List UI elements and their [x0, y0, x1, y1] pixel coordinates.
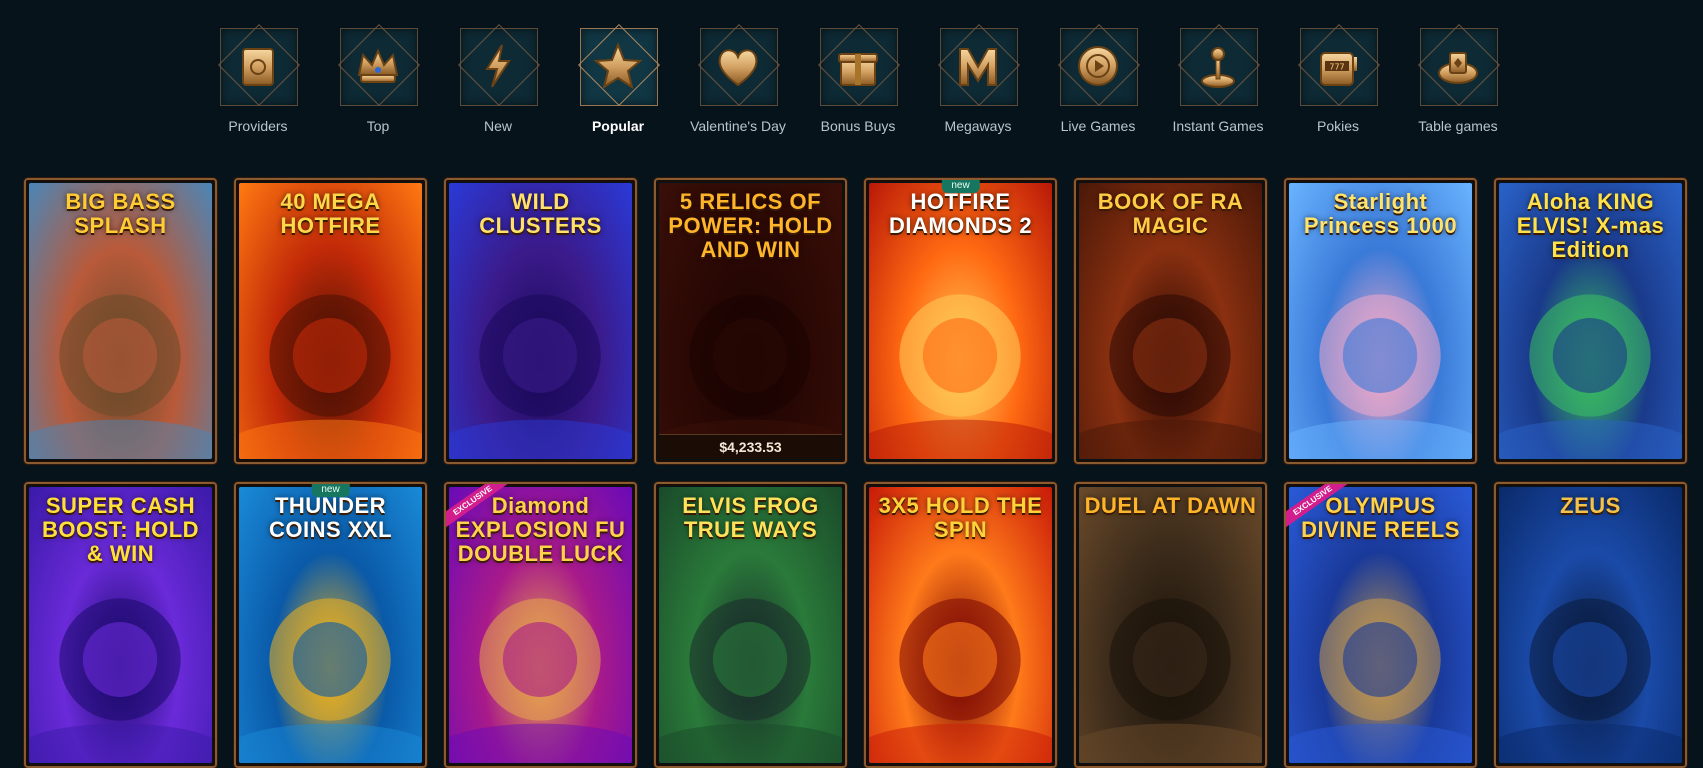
category-tile: 777: [1296, 22, 1381, 110]
slot-machine-icon: 777: [1320, 52, 1357, 86]
category-tile: [1056, 22, 1141, 110]
game-card[interactable]: BIG BASS SPLASH: [24, 178, 217, 464]
svg-text:777: 777: [1329, 63, 1344, 72]
game-card[interactable]: 5 RELICS OF POWER: HOLD AND WIN $4,233.53: [654, 178, 847, 464]
category-label: Table games: [1418, 118, 1498, 134]
game-card[interactable]: DUEL AT DAWN: [1074, 482, 1267, 768]
game-card[interactable]: BOOK OF RA MAGIC: [1074, 178, 1267, 464]
category-label: Top: [366, 118, 390, 134]
game-title: Diamond EXPLOSION FU DOUBLE LUCK: [455, 493, 626, 566]
game-card[interactable]: THUNDER COINS XXL new: [234, 482, 427, 768]
category-popular[interactable]: Popular: [558, 22, 678, 135]
game-title: ZEUS: [1560, 493, 1621, 518]
category-label: Valentine's Day: [690, 118, 786, 134]
game-title: 5 RELICS OF POWER: HOLD AND WIN: [668, 189, 833, 262]
category-providers[interactable]: Providers: [198, 22, 318, 135]
category-label: Instant Games: [1172, 118, 1264, 134]
category-label: New: [483, 118, 512, 134]
category-nav: Providers Top New Popular Valentine's Da…: [198, 22, 1518, 135]
category-label: Pokies: [1316, 118, 1360, 134]
game-card[interactable]: 40 MEGA HOTFIRE: [234, 178, 427, 464]
game-card[interactable]: Starlight Princess 1000: [1284, 178, 1477, 464]
heart-icon: [718, 49, 758, 87]
game-title: DUEL AT DAWN: [1084, 493, 1257, 518]
category-tile: [1416, 22, 1501, 110]
joystick-icon: [1201, 47, 1235, 88]
category-bonus-buys[interactable]: Bonus Buys: [798, 22, 918, 135]
m-letter-icon: [959, 48, 997, 86]
game-grid: BIG BASS SPLASH 40 MEGA HOTFIRE WILD CLU…: [24, 178, 1687, 768]
game-card[interactable]: WILD CLUSTERS: [444, 178, 637, 464]
game-title: 3X5 HOLD THE SPIN: [878, 493, 1043, 542]
game-artwork: [1079, 487, 1262, 763]
game-title: BIG BASS SPLASH: [65, 189, 176, 238]
game-card[interactable]: Diamond EXPLOSION FU DOUBLE LUCK EXCLUSIV…: [444, 482, 637, 768]
category-tile: [936, 22, 1021, 110]
category-live-games[interactable]: Live Games: [1038, 22, 1158, 135]
jackpot-amount: $4,233.53: [659, 434, 842, 459]
chip-icon: [1078, 46, 1118, 86]
new-badge: new: [311, 484, 350, 497]
category-valentine-s-day[interactable]: Valentine's Day: [678, 22, 798, 135]
category-label: Megaways: [944, 118, 1012, 134]
game-title: 40 MEGA HOTFIRE: [280, 189, 381, 238]
game-title: ELVIS FROG TRUE WAYS: [682, 493, 819, 542]
category-top[interactable]: Top: [318, 22, 438, 135]
gift-icon: [838, 53, 878, 86]
game-card[interactable]: ELVIS FROG TRUE WAYS: [654, 482, 847, 768]
category-new[interactable]: New: [438, 22, 558, 135]
lightning-icon: [485, 44, 511, 88]
card-table-icon: [1438, 52, 1478, 84]
game-card[interactable]: SUPER CASH BOOST: HOLD & WIN: [24, 482, 217, 768]
category-tile: [216, 22, 301, 110]
game-artwork: [1499, 487, 1682, 763]
game-card[interactable]: Aloha KING ELVIS! X-mas Edition: [1494, 178, 1687, 464]
game-card[interactable]: HOTFIRE DIAMONDS 2 new: [864, 178, 1057, 464]
category-tile: [336, 22, 421, 110]
game-title: Aloha KING ELVIS! X-mas Edition: [1516, 189, 1665, 262]
star-icon: [593, 42, 643, 90]
category-label: Live Games: [1060, 118, 1136, 134]
crown-icon: [357, 48, 399, 83]
game-title: THUNDER COINS XXL: [268, 493, 393, 542]
category-table-games[interactable]: Table games: [1398, 22, 1518, 135]
game-card[interactable]: ZEUS: [1494, 482, 1687, 768]
game-title: Starlight Princess 1000: [1303, 189, 1458, 238]
category-tile: [816, 22, 901, 110]
category-tile: [456, 22, 541, 110]
game-title: SUPER CASH BOOST: HOLD & WIN: [41, 493, 200, 566]
game-title: HOTFIRE DIAMONDS 2: [888, 189, 1033, 238]
game-title: BOOK OF RA MAGIC: [1097, 189, 1244, 238]
game-title: WILD CLUSTERS: [479, 189, 602, 238]
category-tile: [576, 22, 661, 110]
new-badge: new: [941, 180, 980, 193]
category-tile: [696, 22, 781, 110]
category-pokies[interactable]: 777 Pokies: [1278, 22, 1398, 135]
category-instant-games[interactable]: Instant Games: [1158, 22, 1278, 135]
category-label: Providers: [228, 118, 288, 134]
category-tile: [1176, 22, 1261, 110]
book-icon: [242, 48, 274, 86]
game-card[interactable]: 3X5 HOLD THE SPIN: [864, 482, 1057, 768]
category-label: Bonus Buys: [820, 118, 896, 134]
category-label: Popular: [591, 118, 645, 134]
game-card[interactable]: OLYMPUS DIVINE REELS EXCLUSIVE: [1284, 482, 1477, 768]
category-megaways[interactable]: Megaways: [918, 22, 1038, 135]
